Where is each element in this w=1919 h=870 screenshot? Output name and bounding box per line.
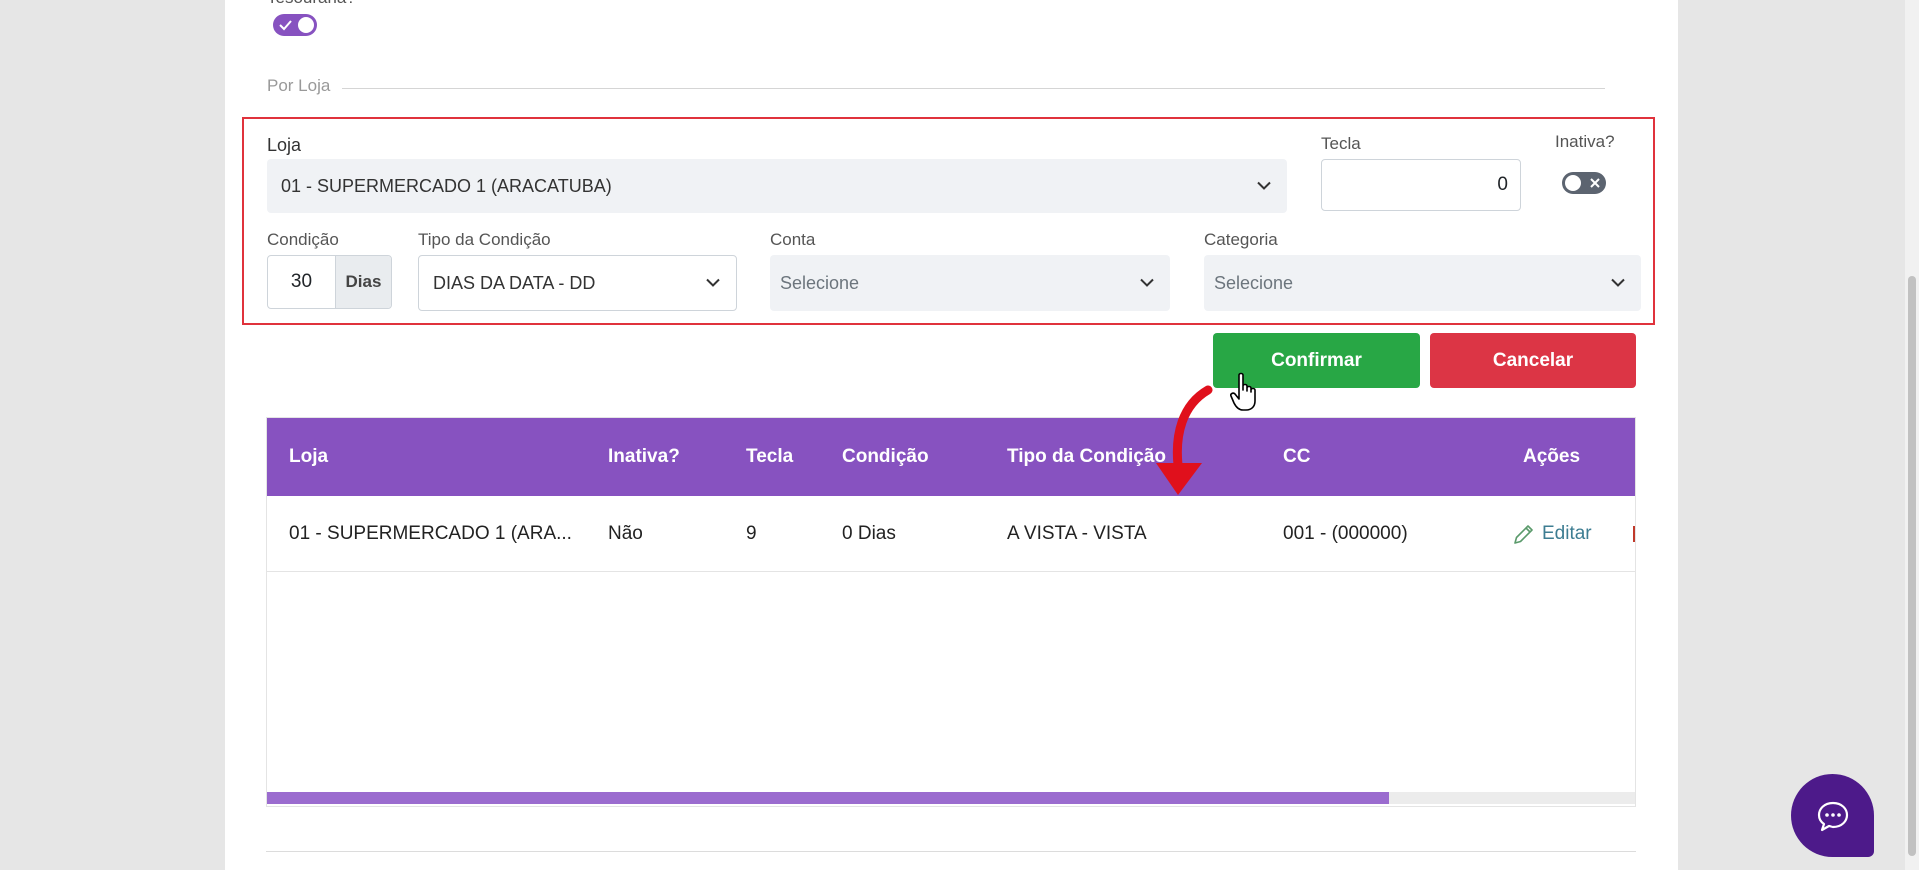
check-icon bbox=[279, 20, 292, 31]
toggle-knob bbox=[298, 17, 314, 33]
tipo-condicao-label: Tipo da Condição bbox=[418, 230, 551, 249]
condicao-input-group: 30 Dias bbox=[267, 255, 392, 309]
inativa-toggle[interactable] bbox=[1562, 172, 1606, 194]
col-loja: Loja bbox=[289, 446, 329, 467]
dias-addon: Dias bbox=[335, 256, 391, 308]
tesouraria-label: Tesouraria? bbox=[267, 0, 356, 8]
categoria-placeholder: Selecione bbox=[1214, 272, 1294, 293]
bottom-divider bbox=[266, 851, 1636, 852]
tecla-label: Tecla bbox=[1321, 134, 1361, 153]
section-divider bbox=[342, 88, 1605, 89]
conta-select[interactable]: Selecione bbox=[770, 255, 1170, 311]
conta-label: Conta bbox=[770, 230, 816, 249]
cell-cc: 001 - (000000) bbox=[1283, 523, 1408, 544]
table-hscrollbar[interactable] bbox=[267, 792, 1635, 804]
arrow-annotation-icon bbox=[1156, 385, 1213, 495]
cancel-button[interactable]: Cancelar bbox=[1430, 333, 1636, 388]
chat-button[interactable] bbox=[1791, 774, 1874, 857]
cell-loja: 01 - SUPERMERCADO 1 (ARA... bbox=[289, 523, 572, 544]
tipo-condicao-select[interactable]: DIAS DA DATA - DD bbox=[418, 255, 737, 311]
conta-placeholder: Selecione bbox=[780, 272, 860, 293]
por-loja-label: Por Loja bbox=[267, 76, 331, 95]
lojas-table: Loja Inativa? Tecla Condição Tipo da Con… bbox=[266, 417, 1636, 807]
table-row: 01 - SUPERMERCADO 1 (ARA... Não 9 0 Dias… bbox=[267, 496, 1635, 572]
chevron-down-icon bbox=[1257, 181, 1271, 190]
delete-icon[interactable] bbox=[1633, 526, 1635, 542]
tipo-condicao-value: DIAS DA DATA - DD bbox=[433, 272, 596, 293]
cell-inativa: Não bbox=[608, 523, 643, 544]
pencil-icon bbox=[1514, 524, 1533, 544]
chat-icon bbox=[1817, 801, 1848, 831]
chevron-down-icon bbox=[1611, 278, 1625, 287]
close-icon bbox=[1590, 178, 1600, 188]
col-cc: CC bbox=[1283, 446, 1311, 467]
loja-select[interactable]: 01 - SUPERMERCADO 1 (ARACATUBA) bbox=[267, 159, 1287, 213]
tesouraria-toggle[interactable] bbox=[273, 14, 317, 36]
table-header: Loja Inativa? Tecla Condição Tipo da Con… bbox=[267, 418, 1635, 496]
hand-cursor-icon bbox=[1230, 372, 1256, 411]
tecla-input[interactable]: 0 bbox=[1321, 159, 1521, 211]
cell-tecla: 9 bbox=[746, 523, 757, 544]
toggle-knob bbox=[1565, 175, 1581, 191]
hscroll-thumb[interactable] bbox=[267, 792, 1389, 804]
tecla-value: 0 bbox=[1497, 174, 1508, 195]
condicao-label: Condição bbox=[267, 230, 339, 249]
loja-value: 01 - SUPERMERCADO 1 (ARACATUBA) bbox=[281, 175, 612, 196]
chevron-down-icon bbox=[1140, 278, 1154, 287]
condicao-input[interactable]: 30 bbox=[268, 256, 335, 308]
chevron-down-icon bbox=[706, 278, 720, 287]
form-panel: Tesouraria? Por Loja Loja 01 - SUPERMERC… bbox=[225, 0, 1678, 870]
edit-link[interactable]: Editar bbox=[1512, 496, 1592, 571]
inativa-label: Inativa? bbox=[1555, 132, 1615, 151]
categoria-select[interactable]: Selecione bbox=[1204, 255, 1641, 311]
cell-condicao: 0 Dias bbox=[842, 523, 896, 544]
categoria-label: Categoria bbox=[1204, 230, 1278, 249]
loja-label: Loja bbox=[267, 135, 302, 155]
col-acoes: Ações bbox=[1523, 446, 1581, 467]
col-inativa: Inativa? bbox=[608, 446, 680, 467]
cell-tipo-condicao: A VISTA - VISTA bbox=[1007, 523, 1147, 544]
col-tecla: Tecla bbox=[746, 446, 794, 467]
col-condicao: Condição bbox=[842, 446, 929, 467]
edit-label: Editar bbox=[1542, 523, 1592, 544]
vscroll-thumb[interactable] bbox=[1908, 276, 1916, 856]
